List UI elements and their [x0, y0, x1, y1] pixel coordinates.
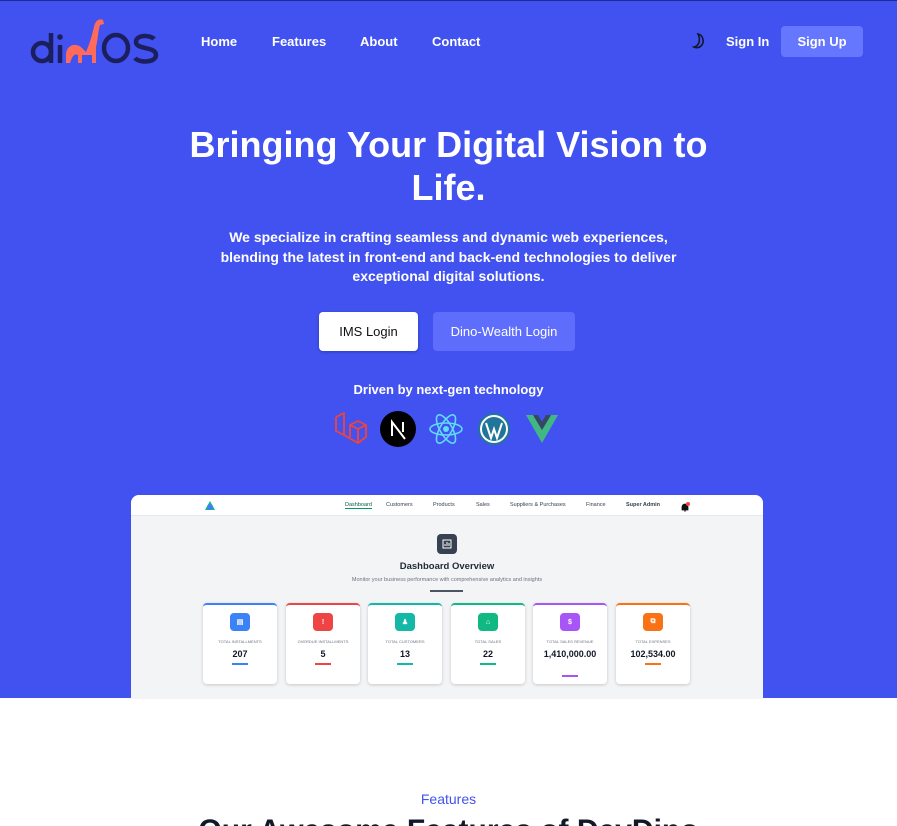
bag-icon: ⌂: [478, 613, 498, 631]
preview-nav-finance: Finance: [586, 502, 606, 508]
preview-navbar: Dashboard Customers Products Sales Suppl…: [131, 495, 763, 516]
document-icon: ▤: [230, 613, 250, 631]
preview-nav-dashboard: Dashboard: [345, 502, 372, 509]
react-icon: [428, 411, 464, 447]
nav-contact[interactable]: Contact: [432, 34, 480, 49]
hero-subtitle: We specialize in crafting seamless and d…: [220, 229, 677, 284]
stat-card: ♟ TOTAL CUSTOMERS 13: [368, 603, 442, 684]
stat-card-underline: [562, 675, 578, 677]
dino-wealth-login-button[interactable]: Dino-Wealth Login: [433, 312, 575, 351]
preview-nav-products: Products: [433, 502, 455, 508]
preview-nav-sales: Sales: [476, 502, 490, 508]
features-heading: Our Awesome Features of DevDino: [0, 813, 897, 826]
dollar-icon: $: [560, 613, 580, 631]
alert-icon: !: [313, 613, 333, 631]
hero-section: Home Features About Contact Sign In Sign…: [0, 0, 897, 699]
stat-card: ⧉ TOTAL EXPENSES 102,534.00: [616, 603, 690, 684]
dashboard-preview-image: Dashboard Customers Products Sales Suppl…: [131, 495, 763, 699]
sign-up-button[interactable]: Sign Up: [781, 26, 863, 57]
title-divider: [430, 590, 463, 592]
stat-card-underline: [315, 663, 331, 665]
laravel-icon: [332, 411, 368, 447]
nav-features[interactable]: Features: [272, 34, 326, 49]
moon-icon[interactable]: [690, 31, 710, 51]
nav-home[interactable]: Home: [201, 34, 237, 49]
stat-card-label: TOTAL SALES: [474, 639, 502, 644]
ims-login-button[interactable]: IMS Login: [319, 312, 418, 351]
stat-card-label: OVERDUE INSTALLMENTS: [297, 639, 349, 644]
wallet-icon: ⧉: [643, 613, 663, 631]
bell-icon: [680, 500, 690, 512]
tech-label: Driven by next-gen technology: [353, 382, 544, 397]
stat-card: ▤ TOTAL INSTALLMENTS 207: [203, 603, 277, 684]
stat-card-label: TOTAL SALES REVENUE: [546, 639, 594, 644]
stat-card-underline: [232, 663, 248, 665]
stat-card-label: TOTAL CUSTOMERS: [385, 639, 425, 644]
hero-title: Bringing Your Digital Vision to Life.: [189, 124, 708, 208]
stat-card-value: 5: [320, 649, 326, 659]
dinos-logo[interactable]: [30, 15, 162, 69]
stat-card-value: 13: [399, 649, 410, 659]
vue-icon: [524, 411, 560, 447]
stat-card: ⌂ TOTAL SALES 22: [451, 603, 525, 684]
nav-about[interactable]: About: [360, 34, 398, 49]
stat-card-value: 22: [482, 649, 493, 659]
dashboard-subtitle: Monitor your business performance with c…: [351, 577, 543, 583]
stat-card: $ TOTAL SALES REVENUE 1,410,000.00: [533, 603, 607, 684]
stat-card-value: 207: [232, 649, 248, 659]
wordpress-icon: [476, 411, 512, 447]
stat-card-value: 1,410,000.00: [543, 649, 597, 659]
nextjs-icon: [380, 411, 416, 447]
preview-nav-customers: Customers: [386, 502, 413, 508]
stat-card-value: 102,534.00: [630, 649, 676, 659]
stat-card-underline: [645, 663, 661, 665]
stat-card-label: TOTAL INSTALLMENTS: [218, 639, 262, 644]
features-label: Features: [420, 791, 477, 807]
stat-card-underline: [480, 663, 496, 665]
preview-nav-admin: Super Admin: [626, 502, 661, 508]
preview-logo-icon: [203, 499, 217, 512]
chart-icon: [437, 534, 457, 554]
preview-nav-suppliers: Suppliers & Purchases: [510, 502, 566, 508]
stat-card: ! OVERDUE INSTALLMENTS 5: [286, 603, 360, 684]
dashboard-title: Dashboard Overview: [399, 561, 495, 572]
stat-card-label: TOTAL EXPENSES: [635, 639, 671, 644]
sign-in-link[interactable]: Sign In: [726, 34, 769, 49]
customers-icon: ♟: [395, 613, 415, 631]
stat-card-underline: [397, 663, 413, 665]
